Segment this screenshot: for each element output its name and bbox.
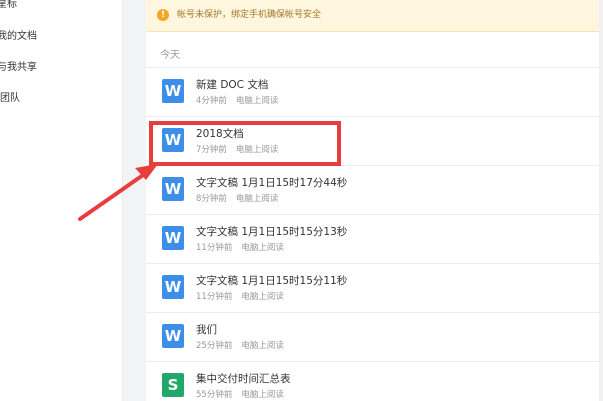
document-time: 55分钟前 <box>196 390 233 400</box>
word-document-icon: W <box>162 177 184 201</box>
sidebar-item-my-documents[interactable]: 我的文档 <box>0 30 37 44</box>
sidebar-item-starred[interactable]: 星标 <box>0 0 17 12</box>
document-source: 电脑上阅读 <box>235 194 279 204</box>
document-time: 25分钟前 <box>196 341 233 351</box>
sidebar-item-label: 与我共享 <box>0 62 37 73</box>
word-document-icon: W <box>162 324 184 348</box>
document-source: 电脑上阅读 <box>241 292 284 302</box>
document-meta: 8分钟前 电脑上阅读 <box>196 193 278 205</box>
document-source: 电脑上阅读 <box>241 243 284 253</box>
document-name: 文字文稿 1月1日15时15分11秒 <box>196 275 348 287</box>
annotation-highlight-box <box>149 121 341 166</box>
document-meta: 55分钟前 电脑上阅读 <box>196 389 284 401</box>
sidebar-item-label: 团队 <box>0 93 20 104</box>
sidebar-item-label: 星标 <box>0 0 17 10</box>
word-document-icon: W <box>162 79 184 103</box>
word-document-icon: W <box>162 226 184 250</box>
document-row[interactable]: W 新建 DOC 文档 4分钟前 电脑上阅读 <box>146 67 603 116</box>
document-meta: 11分钟前 电脑上阅读 <box>196 242 284 254</box>
document-name: 集中交付时间汇总表 <box>196 373 291 385</box>
notice-text: 帐号未保护，绑定手机确保帐号安全 <box>177 10 322 20</box>
document-meta: 4分钟前 电脑上阅读 <box>196 95 278 107</box>
group-label-today: 今天 <box>160 50 180 61</box>
document-source: 电脑上阅读 <box>241 390 284 400</box>
document-name: 文字文稿 1月1日15时17分44秒 <box>196 177 348 189</box>
sidebar: 星标 我的文档 与我共享 团队 <box>0 0 123 401</box>
word-document-icon: W <box>162 275 184 299</box>
sidebar-item-shared-with-me[interactable]: 与我共享 <box>0 61 37 75</box>
document-time: 11分钟前 <box>196 243 233 253</box>
document-row[interactable]: S 集中交付时间汇总表 55分钟前 电脑上阅读 <box>146 361 603 401</box>
document-row[interactable]: W 文字文稿 1月1日15时15分13秒 11分钟前 电脑上阅读 <box>146 214 603 263</box>
document-meta: 25分钟前 电脑上阅读 <box>196 340 284 352</box>
spreadsheet-icon: S <box>162 373 184 397</box>
document-name: 我们 <box>196 324 217 336</box>
document-source: 电脑上阅读 <box>241 341 284 351</box>
document-name: 文字文稿 1月1日15时15分13秒 <box>196 226 348 238</box>
scrollbar[interactable] <box>599 0 603 401</box>
document-list-panel: ! 帐号未保护，绑定手机确保帐号安全 今天 W 新建 DOC 文档 4分钟前 电脑… <box>146 0 603 401</box>
document-meta: 11分钟前 电脑上阅读 <box>196 291 284 303</box>
sidebar-item-team[interactable]: 团队 <box>0 92 20 106</box>
warning-icon: ! <box>157 9 169 21</box>
document-source: 电脑上阅读 <box>235 96 279 106</box>
document-time: 8分钟前 <box>196 194 227 204</box>
document-row[interactable]: W 文字文稿 1月1日15时17分44秒 8分钟前 电脑上阅读 <box>146 165 603 214</box>
recent-documents-list: W 新建 DOC 文档 4分钟前 电脑上阅读 W 2018文档 7分钟前 电脑上阅读… <box>146 67 603 401</box>
sidebar-item-label: 我的文档 <box>0 31 37 42</box>
document-name: 新建 DOC 文档 <box>196 79 269 91</box>
document-time: 4分钟前 <box>196 96 227 106</box>
document-row[interactable]: W 我们 25分钟前 电脑上阅读 <box>146 312 603 361</box>
document-time: 11分钟前 <box>196 292 233 302</box>
app-window: 星标 我的文档 与我共享 团队 ! 帐号未保护，绑定手机确保帐号安全 今天 W … <box>0 0 603 401</box>
account-protection-notice[interactable]: ! 帐号未保护，绑定手机确保帐号安全 <box>146 0 603 32</box>
document-row[interactable]: W 文字文稿 1月1日15时15分11秒 11分钟前 电脑上阅读 <box>146 263 603 312</box>
